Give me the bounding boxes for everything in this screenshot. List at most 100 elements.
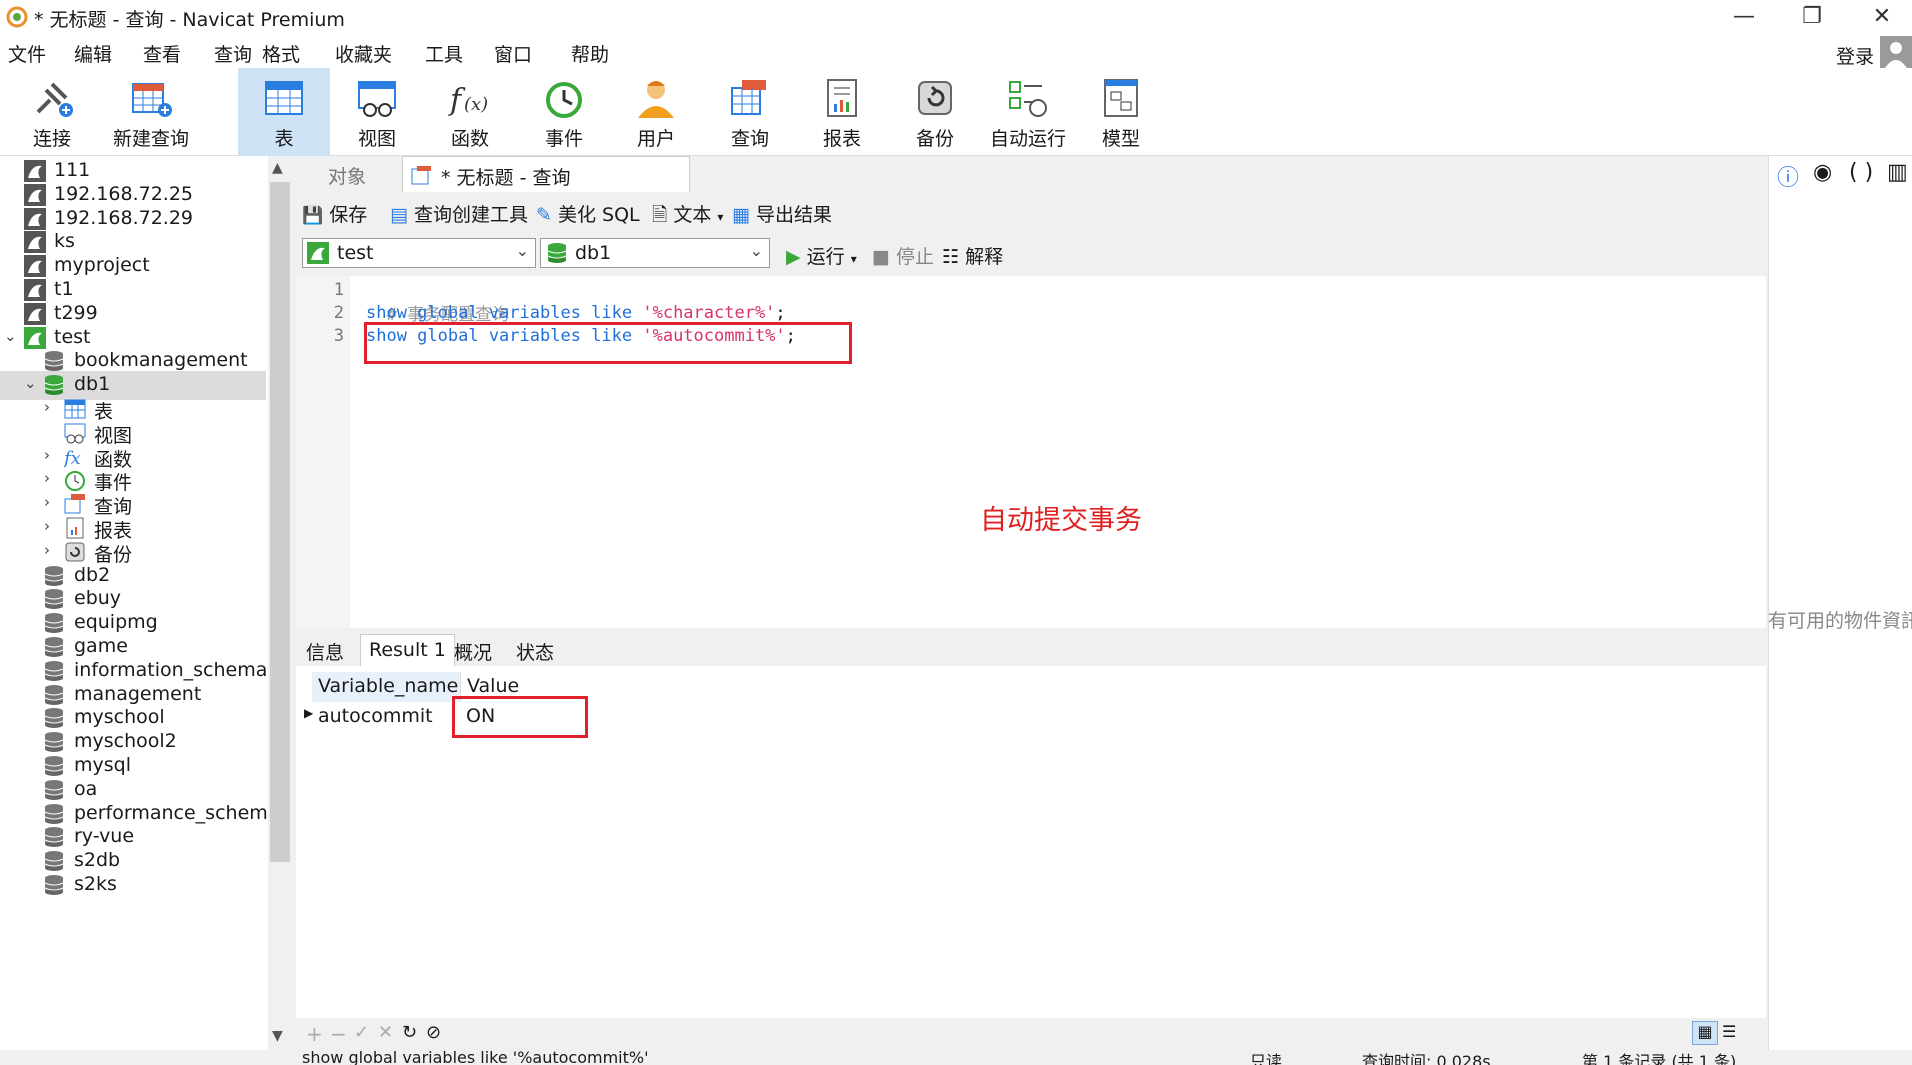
tab-objects[interactable]: 对象	[314, 156, 380, 192]
grid-view-icon[interactable]: ▦	[1692, 1021, 1718, 1045]
beautify-sql-button[interactable]: ✎ 美化 SQL	[536, 200, 640, 227]
database-icon	[44, 684, 66, 706]
login-link[interactable]: 登录	[1836, 42, 1874, 69]
database-icon	[547, 243, 567, 263]
sql-string: '%character%'	[642, 303, 776, 323]
menu-tools[interactable]: 工具	[425, 40, 463, 67]
code-icon[interactable]: ( )	[1849, 160, 1873, 185]
tool-backup[interactable]: 备份	[889, 68, 981, 156]
info-panel: ⓘ ◉ ( ) ▥	[1768, 156, 1912, 1050]
form-view-icon[interactable]: ☰	[1722, 1022, 1736, 1041]
menu-window[interactable]: 窗口	[494, 40, 532, 67]
chevron-right-icon[interactable]: ›	[44, 517, 58, 535]
chevron-down-icon[interactable]: ⌄	[4, 327, 18, 345]
tool-query[interactable]: 查询	[704, 68, 796, 156]
menu-file[interactable]: 文件	[8, 40, 46, 67]
explain-button[interactable]: ☷ 解释	[942, 242, 1003, 269]
column-header[interactable]: Variable_name	[312, 672, 460, 702]
tree-item-label: 192.168.72.25	[54, 182, 194, 205]
run-button[interactable]: ▶ 运行 ▾	[786, 242, 857, 269]
tool-label: 模型	[1101, 128, 1140, 150]
export-results-button[interactable]: ▦ 导出结果	[732, 200, 832, 227]
tree-item-label: t299	[54, 301, 98, 324]
tool-view[interactable]: 视图	[331, 68, 423, 156]
line-number: 3	[333, 326, 344, 346]
connection-select[interactable]: test ⌄	[302, 238, 536, 268]
stop-button[interactable]: ■ 停止	[872, 242, 934, 269]
close-button[interactable]: ✕	[1862, 4, 1902, 32]
chevron-right-icon[interactable]: ›	[44, 469, 58, 487]
menu-edit[interactable]: 编辑	[74, 40, 112, 67]
tool-event[interactable]: 事件	[518, 68, 610, 156]
function-icon: fx	[62, 446, 86, 469]
database-icon	[44, 803, 66, 825]
tree-scrollbar-thumb[interactable]	[270, 182, 290, 862]
query-tab-icon	[411, 166, 431, 185]
chevron-down-icon[interactable]: ⌄	[24, 374, 38, 392]
status-sql: show global variables like '%autocommit%…	[302, 1050, 649, 1065]
scroll-down-icon[interactable]: ▼	[272, 1028, 283, 1044]
tool-function[interactable]: f (x) 函数	[424, 68, 516, 156]
tab-profile[interactable]: 概况	[446, 634, 500, 666]
line-number-gutter: 1 2 3	[296, 276, 350, 628]
svg-text:(x): (x)	[464, 94, 488, 115]
menu-bar: 文件 编辑 查看 查询 格式 收藏夹 工具 窗口 帮助 登录	[0, 36, 1912, 68]
chevron-right-icon[interactable]: ›	[44, 446, 58, 464]
menu-format[interactable]: 格式	[262, 40, 300, 67]
database-select[interactable]: db1 ⌄	[540, 238, 770, 268]
text-button[interactable]: 🗎 文本 ▾	[652, 200, 723, 233]
connection-icon	[24, 255, 46, 278]
layout-icon[interactable]: ▥	[1887, 160, 1908, 185]
explain-icon: ☷	[942, 246, 960, 268]
tab-info[interactable]: 信息	[298, 634, 352, 666]
chevron-right-icon[interactable]: ›	[44, 398, 58, 416]
tool-new-query[interactable]: 新建查询	[105, 68, 197, 156]
code-line-2: show global variables like '%character%'…	[366, 303, 786, 323]
tool-connection[interactable]: 连接	[6, 68, 98, 156]
clock-icon	[546, 82, 582, 118]
query-builder-button[interactable]: ▤ 查询创建工具	[390, 200, 528, 227]
tab-query[interactable]: * 无标题 - 查询	[402, 156, 690, 192]
chevron-right-icon[interactable]: ›	[44, 541, 58, 559]
tool-autorun[interactable]: 自动运行	[982, 68, 1074, 156]
menu-query[interactable]: 查询	[214, 40, 252, 67]
tree-item-label: oa	[74, 777, 98, 800]
tool-label: 报表	[822, 128, 861, 150]
tab-status[interactable]: 状态	[508, 634, 562, 666]
wand-icon: ✎	[536, 204, 552, 226]
minimize-button[interactable]: —	[1724, 4, 1764, 32]
info-icon[interactable]: ⓘ	[1777, 160, 1799, 192]
menu-favorites[interactable]: 收藏夹	[335, 40, 392, 67]
menu-help[interactable]: 帮助	[571, 40, 609, 67]
tool-report[interactable]: 报表	[796, 68, 888, 156]
database-icon	[44, 588, 66, 610]
apply-icon[interactable]: ✓	[354, 1022, 369, 1043]
restore-button[interactable]: ❐	[1792, 4, 1832, 32]
refresh-icon[interactable]: ↻	[402, 1022, 417, 1043]
delete-record-icon[interactable]: −	[330, 1022, 347, 1046]
status-records: 第 1 条记录 (共 1 条)	[1582, 1052, 1737, 1065]
save-button[interactable]: 💾 保存	[302, 200, 367, 227]
tool-table[interactable]: 表	[238, 68, 330, 156]
main-toolbar: 连接 新建查询 表 视图 f (x) 函数 事件 用户 查询 报表 备份 自动运…	[0, 68, 1912, 156]
avatar-icon[interactable]	[1880, 36, 1912, 68]
menu-view[interactable]: 查看	[143, 40, 181, 67]
tool-user[interactable]: 用户	[610, 68, 702, 156]
query-run-toolbar: test ⌄ db1 ⌄ ▶ 运行 ▾ ■ 停止 ☷ 解释	[296, 232, 1766, 274]
table-cell[interactable]: autocommit	[312, 702, 439, 730]
tree-item-label: management	[74, 682, 202, 705]
tab-result-1[interactable]: Result 1	[360, 634, 455, 666]
save-label: 保存	[329, 204, 368, 226]
tool-model[interactable]: 模型	[1075, 68, 1167, 156]
preview-icon[interactable]: ◉	[1813, 160, 1832, 185]
connection-icon	[24, 231, 46, 254]
tree-item[interactable]: s2ks	[0, 871, 266, 900]
stop-icon[interactable]: ⊘	[426, 1022, 441, 1043]
chevron-right-icon[interactable]: ›	[44, 493, 58, 511]
discard-icon[interactable]: ✕	[378, 1022, 393, 1043]
result-grid: Variable_name Value ▶ autocommit ON	[296, 666, 1766, 1018]
add-record-icon[interactable]: +	[306, 1022, 323, 1046]
connection-icon	[24, 279, 46, 301]
scroll-up-icon[interactable]: ▲	[272, 160, 283, 176]
tree-item-label: information_schema	[74, 658, 268, 681]
